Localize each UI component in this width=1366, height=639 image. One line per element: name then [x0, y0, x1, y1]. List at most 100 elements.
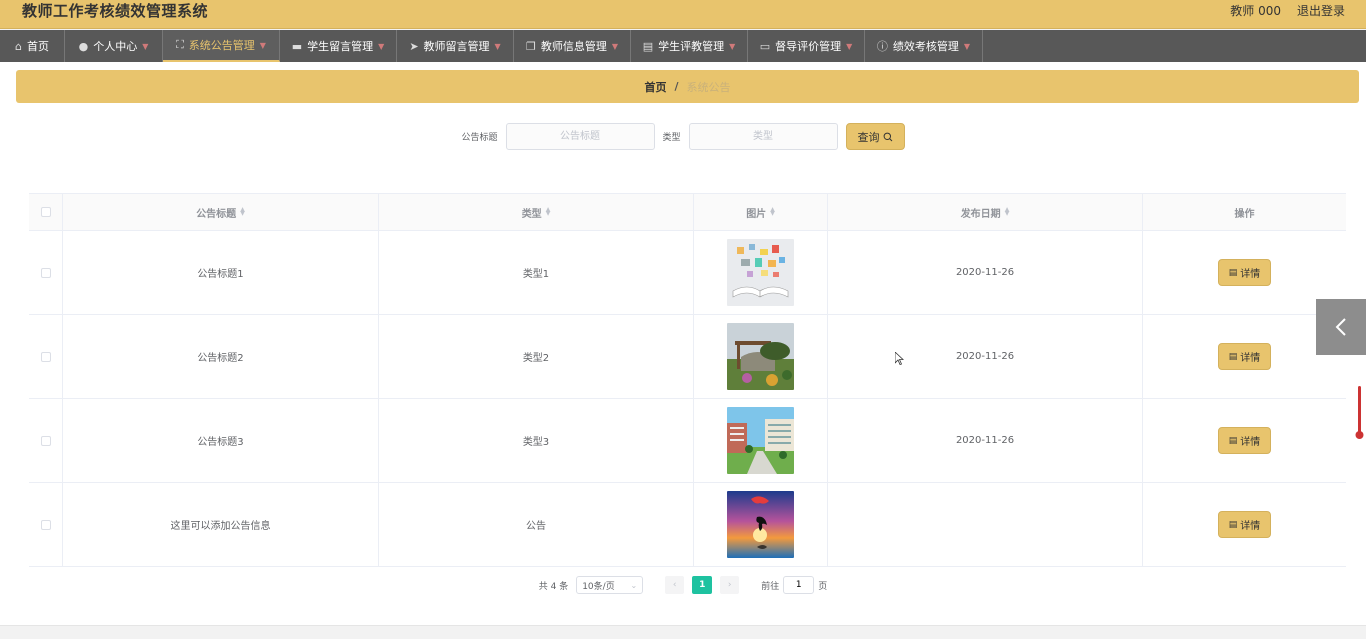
sort-icon[interactable]: ▲ ▼: [546, 207, 551, 217]
chevron-left-icon: [1335, 318, 1346, 336]
row-type: 类型3: [522, 437, 550, 448]
cell-date: 2020-11-26: [828, 231, 1143, 314]
select-all-checkbox[interactable]: [40, 207, 51, 217]
header-image[interactable]: 图片 ▲ ▼: [694, 194, 828, 230]
detail-button[interactable]: ▤ 详情: [1218, 259, 1271, 286]
goto-label: 前往: [761, 581, 780, 592]
pagination: 共 4 条 10条/页 ⌄ ‹ 1 › 前往 页: [0, 576, 1366, 594]
user-name[interactable]: 教师 000: [1230, 2, 1281, 19]
nav-item-label: 系统公告管理: [188, 39, 255, 52]
search-button[interactable]: 查询: [845, 123, 905, 150]
header-action-label: 操作: [1234, 208, 1255, 220]
cell-date: 2020-11-26: [828, 399, 1143, 482]
nav-item-label: 教师信息管理: [540, 40, 607, 53]
page-size-value: 10条/页: [582, 581, 615, 592]
logout-link[interactable]: 退出登录: [1297, 2, 1345, 19]
type-search-input[interactable]: [688, 123, 838, 150]
cell-title: 公告标题3: [63, 399, 379, 482]
cell-image: [694, 399, 828, 482]
cell-image: [694, 315, 828, 398]
page-size-select[interactable]: 10条/页 ⌄: [576, 576, 644, 594]
table-body: 公告标题1 类型1 2020-11-26 ▤ 详情 公告标题2 类型2 2020-11-26 ▤…: [29, 231, 1346, 567]
cell-image: [694, 483, 828, 566]
row-checkbox[interactable]: [40, 519, 51, 530]
side-collapse-tab[interactable]: [1316, 299, 1366, 355]
row-date: 2020-11-26: [955, 351, 1015, 362]
title-label: 公告标题: [461, 133, 498, 143]
next-page-button[interactable]: ›: [720, 576, 740, 594]
goto-page-input[interactable]: [783, 576, 815, 594]
row-title: 公告标题3: [197, 437, 244, 448]
document-icon: ▤: [642, 39, 654, 53]
book-image[interactable]: [727, 239, 794, 306]
main-content: 首页 / 系统公告 公告标题 类型 查询 公告标题▲▼ 类型▲▼ 图片▲▼ 发布…: [0, 62, 1366, 639]
nav-item-6[interactable]: ▤ 学生评教管理 ▼: [631, 30, 748, 62]
sort-icon[interactable]: ▲ ▼: [1005, 207, 1010, 217]
nav-item-0[interactable]: ⌂ 首页: [0, 30, 65, 62]
row-select-cell: [29, 231, 63, 314]
breadcrumb-home[interactable]: 首页: [644, 79, 666, 95]
nav-item-7[interactable]: ▭ 督导评价管理 ▼: [748, 30, 865, 62]
row-checkbox[interactable]: [40, 351, 51, 362]
caret-down-icon: ▼: [611, 41, 619, 51]
nav-item-label: 学生评教管理: [658, 40, 725, 53]
header-title-label: 公告标题: [196, 208, 237, 220]
mouse-cursor-icon: [895, 352, 904, 365]
document-icon: ▤: [1228, 351, 1238, 362]
cell-title: 公告标题1: [63, 231, 379, 314]
row-checkbox[interactable]: [40, 435, 51, 446]
detail-button[interactable]: ▤ 详情: [1218, 427, 1271, 454]
document-icon: ▤: [1228, 435, 1238, 446]
cell-image: [694, 231, 828, 314]
header-type[interactable]: 类型 ▲ ▼: [379, 194, 694, 230]
briefcase-icon: ▬: [291, 39, 303, 53]
prev-page-button[interactable]: ‹: [665, 576, 685, 594]
garden-image[interactable]: [727, 323, 794, 390]
caret-down-icon: ▼: [259, 40, 266, 50]
header-type-label: 类型: [521, 208, 542, 220]
detail-button[interactable]: ▤ 详情: [1218, 343, 1271, 370]
dolphin-sunset-image[interactable]: [727, 491, 794, 558]
nav-item-label: 督导评价管理: [775, 40, 842, 53]
row-date: 2020-11-26: [955, 267, 1015, 278]
caret-down-icon: ▼: [142, 41, 149, 51]
nav-item-8[interactable]: ⓘ 绩效考核管理 ▼: [865, 30, 983, 62]
search-form: 公告标题 类型 查询: [0, 123, 1366, 150]
nav-item-1[interactable]: ● 个人中心 ▼: [65, 30, 163, 62]
cell-title: 这里可以添加公告信息: [63, 483, 379, 566]
caret-down-icon: ▼: [378, 41, 385, 51]
home-icon: ⌂: [15, 39, 22, 53]
header-date[interactable]: 发布日期 ▲ ▼: [828, 194, 1143, 230]
breadcrumb-separator: /: [674, 80, 679, 93]
sort-icon[interactable]: ▲ ▼: [240, 207, 245, 217]
nav-item-5[interactable]: ❐ 教师信息管理 ▼: [514, 30, 631, 62]
detail-button[interactable]: ▤ 详情: [1218, 511, 1271, 538]
row-date: 2020-11-26: [955, 435, 1015, 446]
nav-item-label: 学生留言管理: [307, 40, 374, 53]
row-select-cell: [29, 483, 63, 566]
search-button-label: 查询: [857, 130, 880, 144]
document-icon: ▤: [1228, 519, 1238, 530]
chevron-left-icon: ‹: [672, 580, 677, 590]
detail-button-label: 详情: [1240, 269, 1261, 280]
table-header: 公告标题 ▲ ▼ 类型 ▲ ▼ 图片 ▲ ▼ 发布日期 ▲ ▼ 操作: [29, 194, 1346, 231]
header-image-label: 图片: [746, 208, 767, 220]
app-title: 教师工作考核绩效管理系统: [22, 2, 209, 20]
page-number-1[interactable]: 1: [692, 576, 713, 594]
table-row: 公告标题2 类型2 2020-11-26 ▤ 详情: [29, 315, 1346, 399]
nav-item-2[interactable]: ⛶ 系统公告管理 ▼: [163, 30, 280, 62]
info-icon: ⓘ: [876, 40, 888, 53]
campus-image[interactable]: [727, 407, 794, 474]
nav-item-4[interactable]: ➤ 教师留言管理 ▼: [397, 30, 514, 62]
cell-date: [828, 483, 1143, 566]
row-checkbox[interactable]: [40, 267, 51, 278]
sort-icon[interactable]: ▲ ▼: [770, 207, 775, 217]
title-search-input[interactable]: [505, 123, 655, 150]
nav-item-3[interactable]: ▬ 学生留言管理 ▼: [280, 30, 397, 62]
nav-item-label: 个人中心: [93, 40, 138, 53]
row-type: 类型1: [522, 269, 550, 280]
header-title[interactable]: 公告标题 ▲ ▼: [63, 194, 379, 230]
copy-icon: ❐: [525, 39, 536, 53]
detail-button-label: 详情: [1240, 437, 1261, 448]
type-label: 类型: [662, 133, 681, 143]
